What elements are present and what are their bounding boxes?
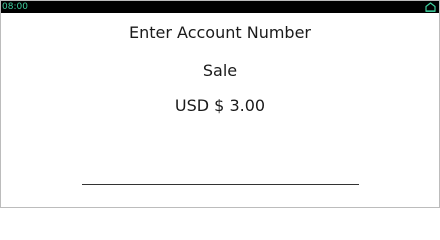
home-icon[interactable] xyxy=(425,2,436,12)
account-number-input[interactable] xyxy=(82,167,359,185)
status-bar: 08:00 xyxy=(1,1,439,13)
amount-display: USD $ 3.00 xyxy=(174,96,266,115)
transaction-type: Sale xyxy=(202,61,238,80)
payment-terminal-screen: 08:00 Enter Account Number Sale USD $ 3.… xyxy=(0,0,440,208)
page-title: Enter Account Number xyxy=(129,23,311,42)
status-time: 08:00 xyxy=(2,2,28,12)
